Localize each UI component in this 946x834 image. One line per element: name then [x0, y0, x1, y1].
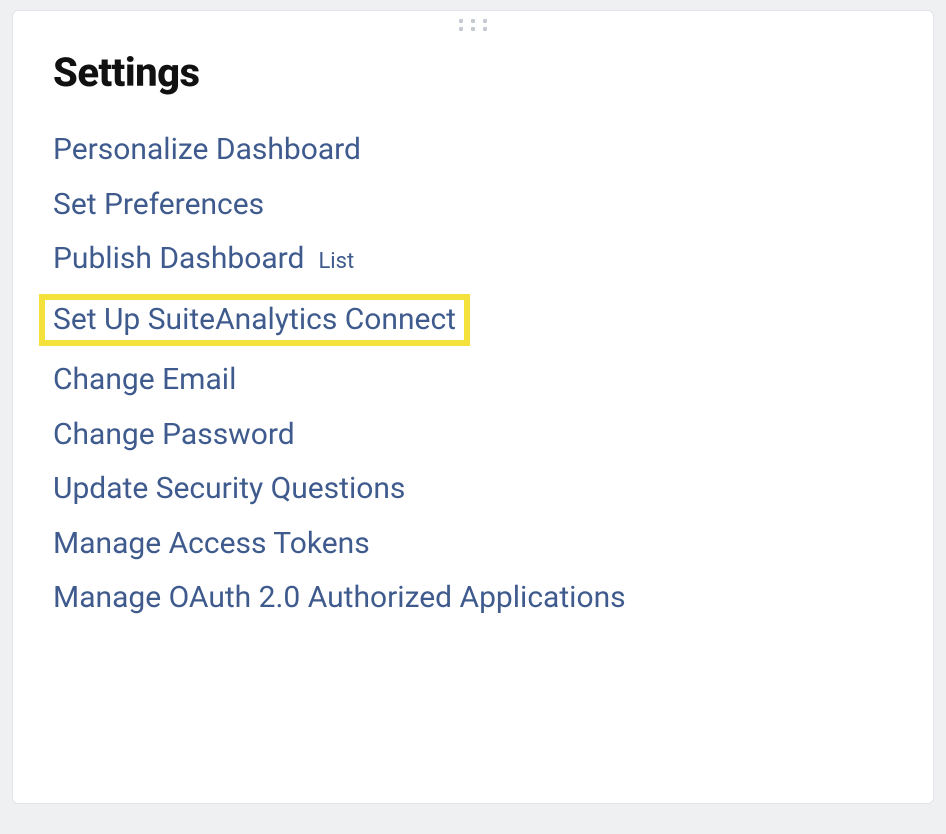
settings-list-item: Change Password	[53, 415, 893, 456]
settings-panel: Settings Personalize Dashboard Set Prefer…	[12, 10, 934, 804]
settings-list-item: Manage OAuth 2.0 Authorized Applications	[53, 578, 893, 619]
settings-item-change-email[interactable]: Change Email	[53, 362, 236, 397]
settings-list-item: Update Security Questions	[53, 469, 893, 510]
settings-list-item: Set Up SuiteAnalytics Connect	[53, 294, 893, 347]
settings-list-item: Publish Dashboard List	[53, 239, 893, 280]
settings-item-manage-access-tokens[interactable]: Manage Access Tokens	[53, 526, 370, 561]
settings-list-item: Change Email	[53, 360, 893, 401]
settings-item-set-preferences[interactable]: Set Preferences	[53, 187, 264, 222]
settings-list-item: Set Preferences	[53, 185, 893, 226]
settings-item-publish-dashboard-sub[interactable]: List	[318, 249, 354, 274]
highlight-box: Set Up SuiteAnalytics Connect	[39, 294, 470, 347]
settings-list-item: Manage Access Tokens	[53, 524, 893, 565]
settings-item-manage-oauth[interactable]: Manage OAuth 2.0 Authorized Applications	[53, 580, 626, 615]
settings-item-suiteanalytics-connect[interactable]: Set Up SuiteAnalytics Connect	[53, 302, 456, 337]
drag-handle-icon[interactable]	[459, 19, 487, 31]
panel-title: Settings	[53, 49, 893, 96]
settings-item-update-security-questions[interactable]: Update Security Questions	[53, 471, 405, 506]
settings-item-publish-dashboard[interactable]: Publish Dashboard	[53, 241, 304, 276]
settings-item-change-password[interactable]: Change Password	[53, 417, 295, 452]
settings-list-item: Personalize Dashboard	[53, 130, 893, 171]
settings-item-personalize-dashboard[interactable]: Personalize Dashboard	[53, 132, 361, 167]
settings-list: Personalize Dashboard Set Preferences Publ…	[53, 130, 893, 619]
